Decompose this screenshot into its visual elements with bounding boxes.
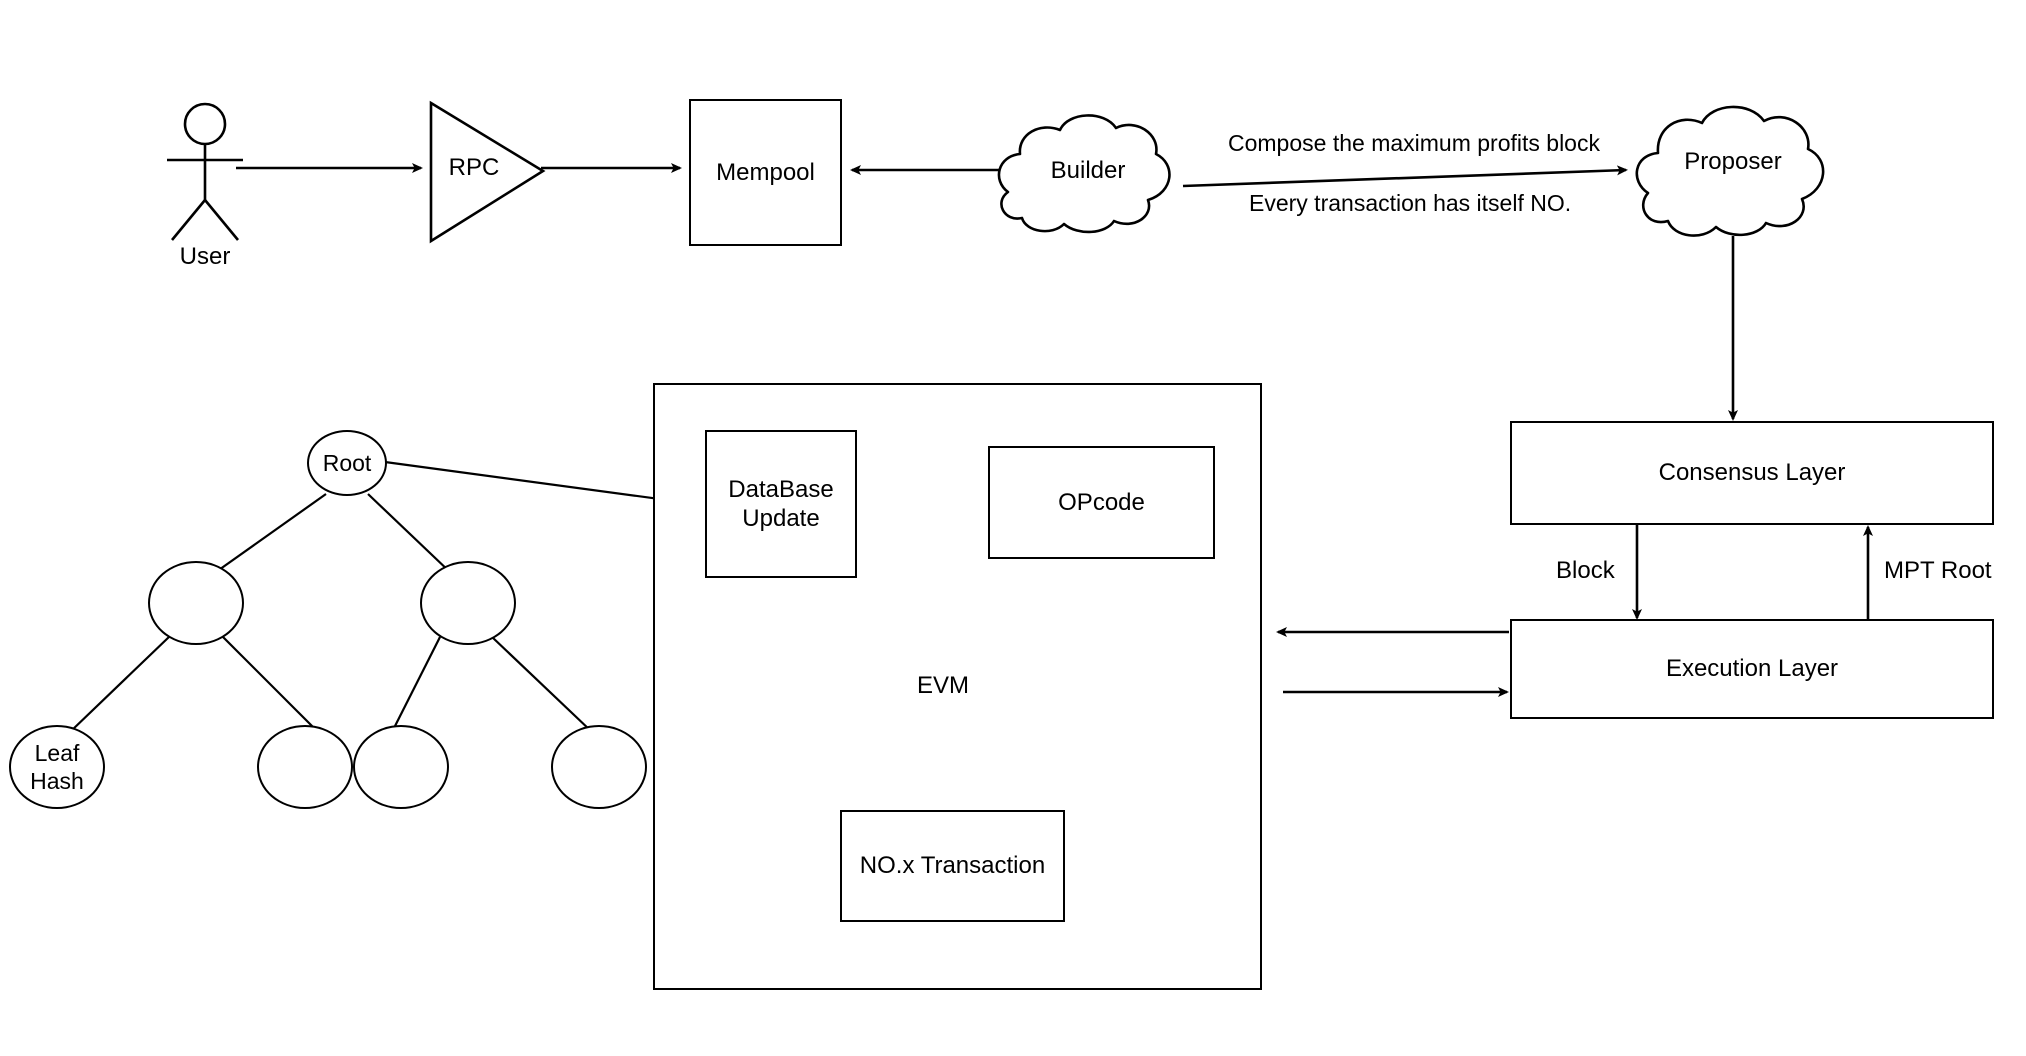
- tree-leaf-hash-label-line1: Leaf: [34, 739, 80, 766]
- tree-node-leaf-4[interactable]: [551, 725, 647, 809]
- edge-root-to-internal-right: [367, 493, 453, 575]
- proposer-label: Proposer: [1684, 148, 1782, 176]
- edge-internal-right-to-leaf-4: [491, 636, 593, 733]
- tree-node-root[interactable]: Root: [307, 430, 387, 496]
- stick-figure-icon: [167, 102, 243, 241]
- consensus-layer-label: Consensus Layer: [1658, 459, 1846, 487]
- builder-label: Builder: [1050, 157, 1126, 185]
- compose-block-label: Compose the maximum profits block: [1228, 130, 1600, 156]
- consensus-layer-box[interactable]: Consensus Layer: [1510, 421, 1994, 525]
- tree-root-label: Root: [322, 449, 372, 476]
- tree-node-leaf-3[interactable]: [353, 725, 449, 809]
- mempool-box[interactable]: Mempool: [689, 99, 842, 246]
- tree-node-leaf-2[interactable]: [257, 725, 353, 809]
- tree-node-leaf-hash[interactable]: Leaf Hash: [9, 725, 105, 809]
- rpc-label: RPC: [448, 154, 500, 182]
- tree-node-internal-left[interactable]: [148, 561, 244, 645]
- every-transaction-label: Every transaction has itself NO.: [1249, 190, 1572, 216]
- edge-builder-to-proposer: [1182, 165, 1628, 188]
- user-label: User: [179, 243, 231, 271]
- execution-layer-box[interactable]: Execution Layer: [1510, 619, 1994, 719]
- database-update-box[interactable]: DataBase Update: [705, 430, 857, 578]
- evm-label: EVM: [916, 672, 969, 700]
- opcode-label: OPcode: [1058, 488, 1145, 516]
- diagram-canvas: User RPC Mempool Builder Compose the max…: [0, 0, 2026, 1056]
- mpt-root-label: MPT Root: [1884, 557, 1992, 584]
- execution-layer-label: Execution Layer: [1665, 655, 1839, 683]
- edge-root-to-internal-left: [215, 493, 327, 573]
- nox-transaction-box[interactable]: NO.x Transaction: [840, 810, 1065, 922]
- database-update-label-line2: Update: [742, 505, 820, 532]
- tree-leaf-hash-label-line2: Hash: [30, 768, 84, 794]
- opcode-box[interactable]: OPcode: [988, 446, 1215, 559]
- database-update-label-line1: DataBase: [728, 475, 834, 503]
- nox-transaction-label: NO.x Transaction: [859, 852, 1046, 880]
- mempool-label: Mempool: [716, 158, 815, 186]
- edge-internal-right-to-leaf-3: [391, 636, 441, 733]
- edge-internal-left-to-leaf-2: [221, 635, 319, 733]
- block-label: Block: [1556, 557, 1615, 584]
- edge-internal-left-to-leaf-hash: [69, 635, 171, 733]
- tree-node-internal-right[interactable]: [420, 561, 516, 645]
